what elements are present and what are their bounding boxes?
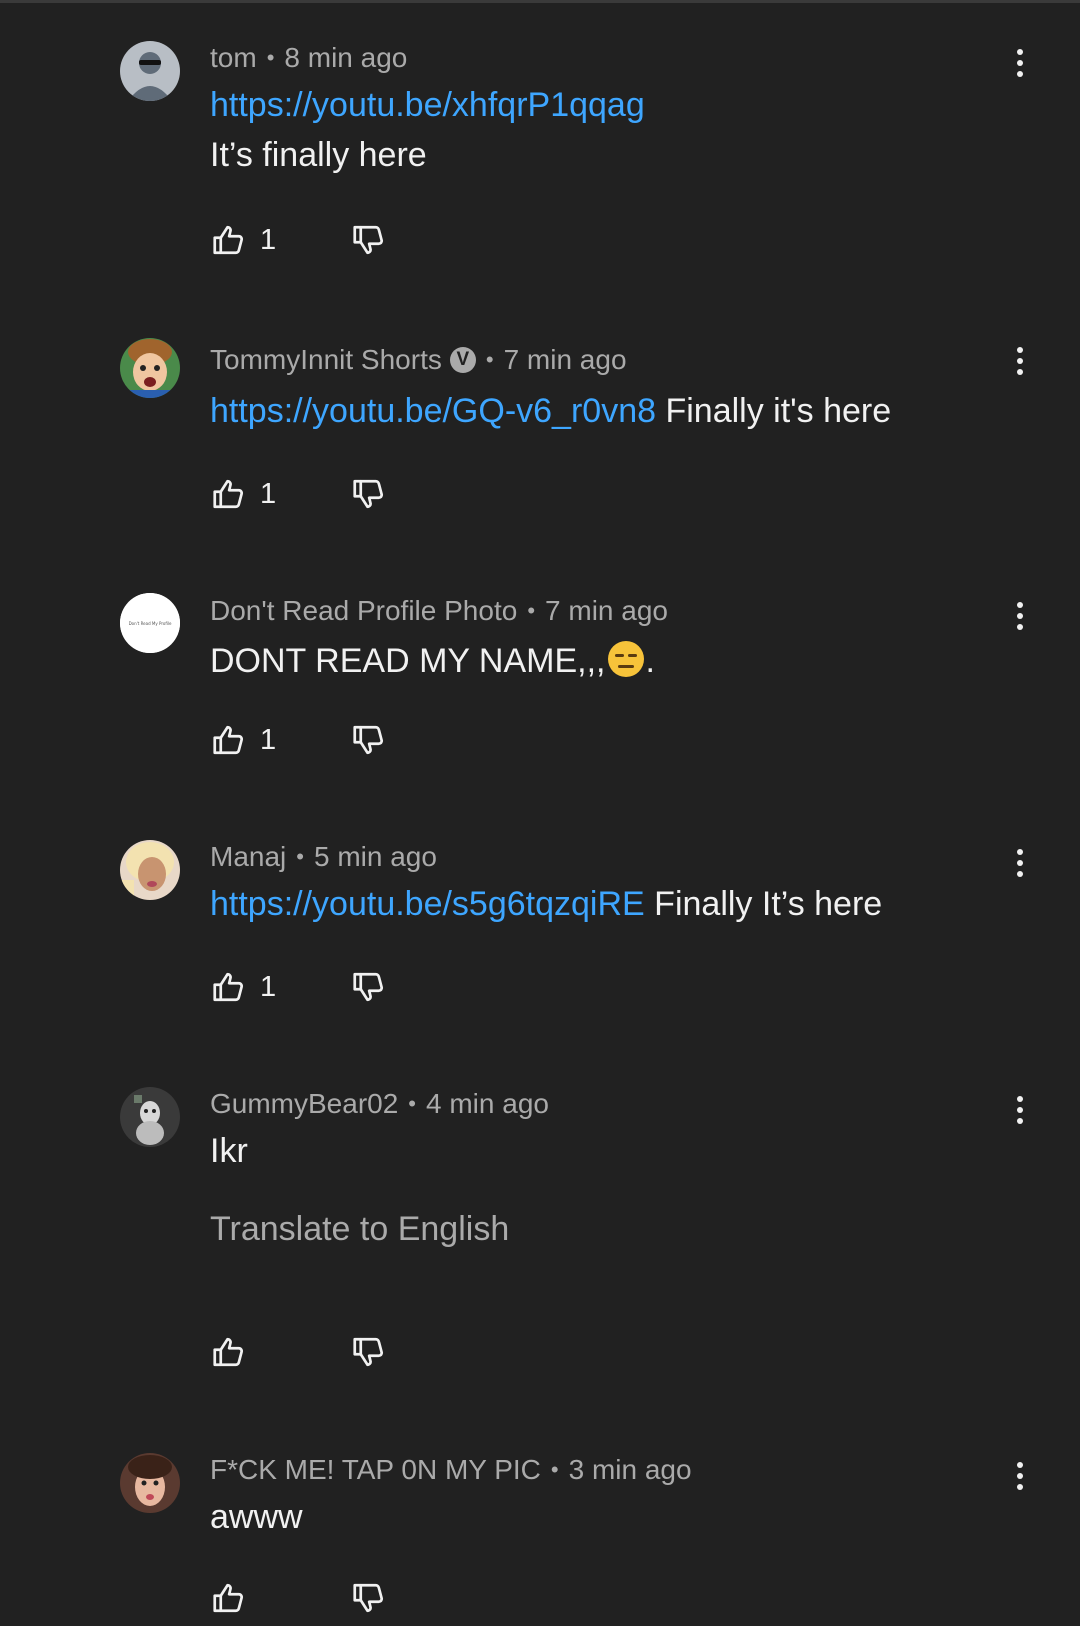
meta-separator: • bbox=[527, 598, 536, 623]
like-button[interactable]: 1 bbox=[210, 720, 350, 760]
comment-link[interactable]: https://youtu.be/xhfqrP1qqag bbox=[210, 86, 645, 124]
author-name[interactable]: F*CK ME! TAP 0N MY PIC bbox=[210, 1454, 541, 1486]
dislike-button[interactable] bbox=[350, 220, 390, 260]
dislike-button[interactable] bbox=[350, 1332, 390, 1372]
thumbs-up-icon bbox=[213, 725, 244, 755]
meta-separator: • bbox=[266, 45, 275, 70]
avatar[interactable] bbox=[120, 1087, 180, 1147]
comment-body: https://youtu.be/s5g6tqzqiRE Finally It’… bbox=[210, 885, 882, 924]
comment-meta: GummyBear02 • 4 min ago bbox=[210, 1088, 549, 1120]
more-options-icon[interactable] bbox=[1008, 43, 1032, 83]
comment-body: DONT READ MY NAME,,,. bbox=[210, 640, 655, 681]
comment-text: Finally It’s here bbox=[654, 885, 883, 923]
like-count: 1 bbox=[260, 970, 277, 1003]
thumbs-down-icon bbox=[353, 225, 384, 255]
comment-text: awww bbox=[210, 1498, 303, 1536]
more-options-icon[interactable] bbox=[1008, 1090, 1032, 1130]
thumbs-up-icon bbox=[213, 972, 244, 1002]
more-options-icon[interactable] bbox=[1008, 1456, 1032, 1496]
meta-separator: • bbox=[550, 1457, 559, 1482]
like-count: 1 bbox=[260, 223, 277, 256]
comment-time: 5 min ago bbox=[313, 841, 437, 872]
comment-actions bbox=[210, 1578, 390, 1618]
comment-actions: 1 bbox=[210, 474, 390, 514]
verified-badge-icon: V bbox=[449, 347, 476, 373]
top-divider bbox=[0, 0, 1080, 3]
comment-time: 3 min ago bbox=[568, 1454, 692, 1485]
thumbs-down-icon bbox=[353, 479, 384, 509]
comment-text: It’s finally here bbox=[210, 136, 427, 174]
like-count: 1 bbox=[260, 477, 277, 510]
dislike-button[interactable] bbox=[350, 720, 390, 760]
dislike-button[interactable] bbox=[350, 474, 390, 514]
dislike-button[interactable] bbox=[350, 1578, 390, 1618]
more-options-icon[interactable] bbox=[1008, 341, 1032, 381]
author-name[interactable]: Manaj bbox=[210, 841, 286, 873]
comment-actions bbox=[210, 1332, 390, 1372]
comment-time: 7 min ago bbox=[503, 344, 627, 375]
dislike-button[interactable] bbox=[350, 967, 390, 1007]
svg-text:Don't Read My Profile: Don't Read My Profile bbox=[129, 621, 172, 626]
comment-meta: Manaj • 5 min ago bbox=[210, 841, 437, 873]
thumbs-down-icon bbox=[353, 725, 384, 755]
comment-meta: tom • 8 min ago bbox=[210, 42, 407, 74]
comment-meta: F*CK ME! TAP 0N MY PIC • 3 min ago bbox=[210, 1454, 692, 1486]
thumbs-up-icon bbox=[213, 1583, 244, 1613]
like-count: 1 bbox=[260, 723, 277, 756]
like-button[interactable] bbox=[210, 1332, 350, 1372]
comment-link-line: https://youtu.be/xhfqrP1qqag bbox=[210, 86, 645, 125]
expressionless-face-icon bbox=[608, 641, 645, 677]
avatar[interactable] bbox=[120, 41, 180, 101]
comment-actions: 1 bbox=[210, 220, 390, 260]
comment-actions: 1 bbox=[210, 720, 390, 760]
thumbs-down-icon bbox=[353, 972, 384, 1002]
thumbs-up-icon bbox=[213, 225, 244, 255]
author-name[interactable]: tom bbox=[210, 42, 257, 74]
avatar[interactable] bbox=[120, 1453, 180, 1513]
comment-actions: 1 bbox=[210, 967, 390, 1007]
meta-separator: • bbox=[408, 1091, 416, 1116]
comment-link[interactable]: https://youtu.be/GQ-v6_r0vn8 bbox=[210, 392, 656, 430]
comment-meta: Don't Read Profile Photo • 7 min ago bbox=[210, 595, 668, 627]
author-name[interactable]: TommyInnit Shorts bbox=[210, 344, 442, 376]
thumbs-down-icon bbox=[353, 1583, 384, 1613]
comment-text: DONT READ MY NAME,,, bbox=[210, 642, 606, 680]
avatar[interactable]: Don't Read My Profile bbox=[120, 593, 180, 653]
more-options-icon[interactable] bbox=[1008, 843, 1032, 883]
comment-text: Finally it's here bbox=[665, 392, 892, 430]
meta-separator: • bbox=[485, 347, 494, 372]
comment-time: 4 min ago bbox=[426, 1088, 549, 1119]
thumbs-down-icon bbox=[353, 1337, 384, 1367]
like-button[interactable]: 1 bbox=[210, 220, 350, 260]
avatar[interactable] bbox=[120, 840, 180, 900]
comment-text-suffix: . bbox=[645, 642, 655, 680]
comment-text: Ikr bbox=[210, 1132, 248, 1170]
thumbs-up-icon bbox=[213, 1337, 244, 1367]
more-options-icon[interactable] bbox=[1008, 596, 1032, 636]
author-name[interactable]: Don't Read Profile Photo bbox=[210, 595, 517, 627]
comment-body: https://youtu.be/GQ-v6_r0vn8 Finally it'… bbox=[210, 392, 891, 431]
comment-time: 7 min ago bbox=[545, 595, 668, 626]
like-button[interactable]: 1 bbox=[210, 967, 350, 1007]
thumbs-up-icon bbox=[213, 479, 244, 509]
avatar[interactable] bbox=[120, 338, 180, 398]
meta-separator: • bbox=[296, 844, 304, 869]
comment-link[interactable]: https://youtu.be/s5g6tqzqiRE bbox=[210, 885, 645, 923]
author-name[interactable]: GummyBear02 bbox=[210, 1088, 398, 1120]
like-button[interactable]: 1 bbox=[210, 474, 350, 514]
comment-meta: TommyInnit Shorts V • 7 min ago bbox=[210, 344, 627, 376]
translate-link[interactable]: Translate to English bbox=[210, 1210, 509, 1249]
comment-time: 8 min ago bbox=[284, 42, 408, 73]
like-button[interactable] bbox=[210, 1578, 350, 1618]
